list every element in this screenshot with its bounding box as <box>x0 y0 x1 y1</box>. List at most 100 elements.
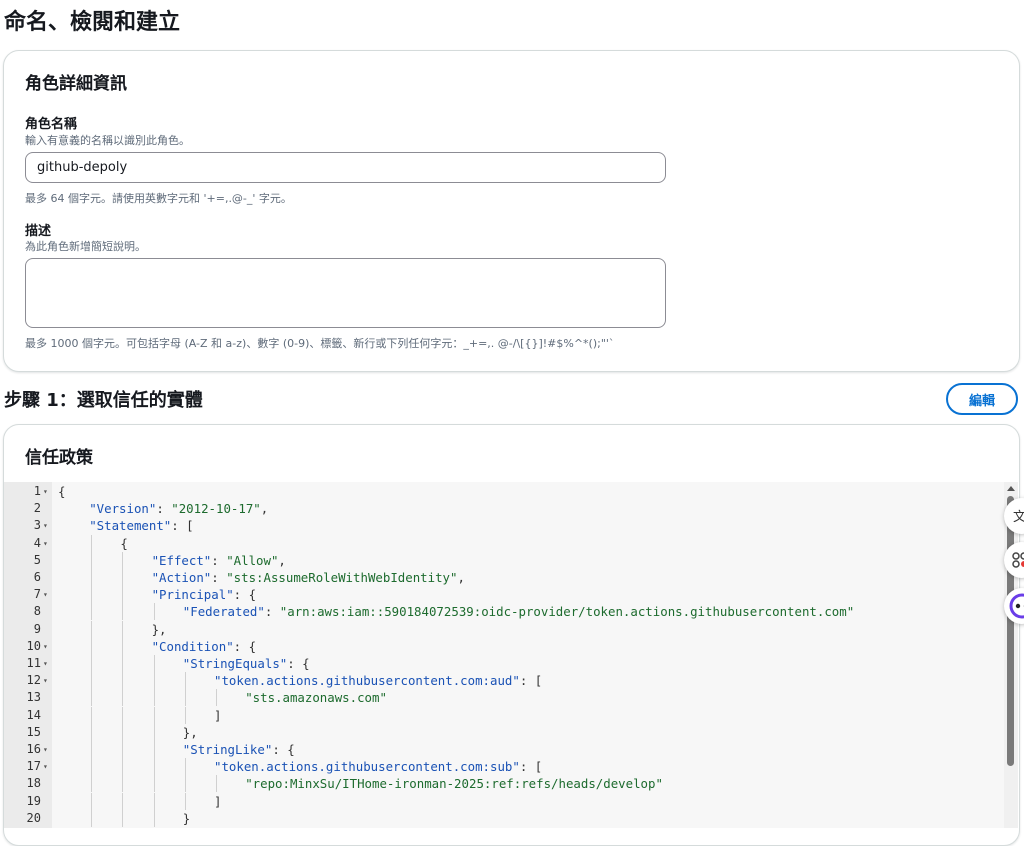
json-key: "Federated" <box>183 604 265 619</box>
indent-guide <box>91 535 92 552</box>
line-number: 13 <box>4 689 41 706</box>
indent-guide <box>154 741 155 758</box>
indent-guide <box>91 569 92 586</box>
edit-button[interactable]: 編輯 <box>946 383 1018 415</box>
code-text: ] <box>214 707 221 724</box>
fold-arrow-icon[interactable]: ▾ <box>43 535 48 552</box>
code-text: "repo:MinxSu/ITHome-ironman-2025:ref:ref… <box>245 775 663 792</box>
indent-guide <box>91 655 92 672</box>
scroll-up-arrow-icon[interactable] <box>1007 486 1015 491</box>
json-punctuation: : [ <box>520 759 542 774</box>
indent-guide <box>154 707 155 724</box>
code-line: 10▾"Condition": { <box>4 638 1004 655</box>
indent-guide <box>91 775 92 792</box>
indent-guide <box>91 741 92 758</box>
assistant-float-button[interactable] <box>1004 588 1024 624</box>
trust-policy-title: 信任政策 <box>25 443 93 468</box>
indent-guide <box>122 569 123 586</box>
json-punctuation: : { <box>234 587 256 602</box>
code-line: 18 "repo:MinxSu/ITHome-ironman-2025:ref:r… <box>4 775 1004 792</box>
json-punctuation: { <box>58 484 65 499</box>
code-line: 12▾"token.actions.githubusercontent.com:… <box>4 672 1004 689</box>
line-number: 14 <box>4 707 41 724</box>
apps-float-button[interactable] <box>1004 542 1024 578</box>
indent-guide <box>154 655 155 672</box>
json-code-editor[interactable]: 1▾{2"Version": "2012-10-17",3▾"Statement… <box>4 482 1018 828</box>
json-punctuation: : <box>265 604 280 619</box>
code-text: }, <box>152 621 167 638</box>
json-string: "sts:AssumeRoleWithWebIdentity" <box>226 570 457 585</box>
fold-arrow-icon[interactable]: ▾ <box>43 655 48 672</box>
line-number: 1 <box>4 483 41 500</box>
json-punctuation: : <box>156 501 171 516</box>
code-text: ] <box>214 793 221 810</box>
json-key: "Principal" <box>152 587 234 602</box>
indent-guide <box>154 775 155 792</box>
indent-guide <box>91 689 92 706</box>
code-text: "StringLike": { <box>183 741 295 758</box>
code-line: 4▾{ <box>4 535 1004 552</box>
indent-guide <box>91 724 92 741</box>
indent-guide <box>154 603 155 620</box>
code-text: "Condition": { <box>152 638 256 655</box>
fold-arrow-icon[interactable]: ▾ <box>43 586 48 603</box>
indent-guide <box>122 552 123 569</box>
code-text: { <box>120 535 127 552</box>
json-key: "Version" <box>89 501 156 516</box>
line-number: 17 <box>4 758 41 775</box>
indent-guide <box>122 758 123 775</box>
code-line: 15}, <box>4 724 1004 741</box>
code-line: 19] <box>4 793 1004 810</box>
json-punctuation: { <box>120 536 127 551</box>
indent-guide <box>91 793 92 810</box>
code-line: 5"Effect": "Allow", <box>4 552 1004 569</box>
code-text: "token.actions.githubusercontent.com:aud… <box>214 672 542 689</box>
indent-guide <box>91 603 92 620</box>
code-line: 14] <box>4 707 1004 724</box>
indent-guide <box>122 793 123 810</box>
role-details-title: 角色詳細資訊 <box>25 69 127 94</box>
indent-guide <box>185 672 186 689</box>
line-number: 7 <box>4 586 41 603</box>
indent-guide <box>154 672 155 689</box>
indent-guide <box>91 586 92 603</box>
indent-guide <box>185 758 186 775</box>
json-punctuation: ] <box>214 794 221 809</box>
json-key: "Action" <box>152 570 212 585</box>
translate-float-button[interactable]: 文 <box>1004 498 1024 534</box>
fold-arrow-icon[interactable]: ▾ <box>43 638 48 655</box>
indent-guide <box>91 810 92 827</box>
fold-arrow-icon[interactable]: ▾ <box>43 483 48 500</box>
line-number: 16 <box>4 741 41 758</box>
indent-guide <box>122 672 123 689</box>
role-name-constraint: 最多 64 個字元。請使用英數字元和 '+=,.@-_' 字元。 <box>25 190 292 206</box>
code-text: "Principal": { <box>152 586 256 603</box>
description-textarea[interactable] <box>25 258 666 328</box>
code-text: "Action": "sts:AssumeRoleWithWebIdentity… <box>152 569 465 586</box>
line-number: 18 <box>4 775 41 792</box>
code-text: "StringEquals": { <box>183 655 310 672</box>
indent-guide <box>185 707 186 724</box>
fold-arrow-icon[interactable]: ▾ <box>43 672 48 689</box>
description-constraint: 最多 1000 個字元。可包括字母 (A-Z 和 a-z)、數字 (0-9)、標… <box>25 335 614 351</box>
json-punctuation: : { <box>287 656 309 671</box>
json-punctuation: } <box>183 811 190 826</box>
line-number: 19 <box>4 793 41 810</box>
json-key: "StringLike" <box>183 742 273 757</box>
role-name-input[interactable] <box>25 152 666 183</box>
role-details-card: 角色詳細資訊 角色名稱 輸入有意義的名稱以識別此角色。 最多 64 個字元。請使… <box>3 50 1020 372</box>
code-text: "token.actions.githubusercontent.com:sub… <box>214 758 542 775</box>
json-punctuation: ] <box>214 708 221 723</box>
description-label: 描述 <box>25 220 51 239</box>
fold-arrow-icon[interactable]: ▾ <box>43 517 48 534</box>
line-number: 5 <box>4 552 41 569</box>
scroll-thumb[interactable] <box>1007 496 1014 766</box>
indent-guide <box>216 775 217 792</box>
line-number: 8 <box>4 603 41 620</box>
indent-guide <box>122 707 123 724</box>
indent-guide <box>122 724 123 741</box>
code-line: 3▾"Statement": [ <box>4 517 1004 534</box>
fold-arrow-icon[interactable]: ▾ <box>43 741 48 758</box>
indent-guide <box>122 603 123 620</box>
fold-arrow-icon[interactable]: ▾ <box>43 758 48 775</box>
